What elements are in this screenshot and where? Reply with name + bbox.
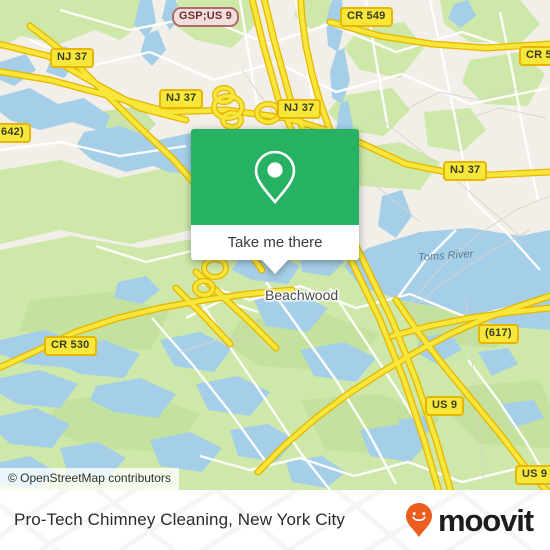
road-shield-cr-549: CR 549 [340, 7, 393, 27]
road-shield-nj-37: NJ 37 [443, 161, 488, 181]
map-screenshot: Beachwood Toms River GSP;US 9CR 549CR 57… [0, 0, 550, 550]
road-shield-gsp-us-9: GSP;US 9 [172, 7, 239, 27]
take-me-there-label: Take me there [227, 233, 323, 251]
road-shield-cr-57: CR 57 [519, 46, 550, 66]
road-shield-642: 642) [0, 123, 31, 143]
popup-pin-panel [191, 129, 359, 225]
place-label-beachwood: Beachwood [265, 287, 339, 303]
location-popup-card[interactable]: Take me there [191, 129, 359, 274]
popup-pointer-tail [262, 260, 288, 274]
road-shield-us-9: US 9 [425, 396, 465, 416]
road-shield-cr-530: CR 530 [44, 336, 97, 356]
map-pin-icon [254, 150, 296, 205]
page-title: Pro-Tech Chimney Cleaning, New York City [14, 510, 345, 529]
moovit-brand[interactable]: moovit [404, 490, 534, 550]
road-shield-617: (617) [478, 324, 519, 344]
road-shield-nj-37: NJ 37 [159, 89, 204, 109]
road-shield-nj-37: NJ 37 [50, 48, 95, 68]
moovit-wordmark: moovit [437, 502, 534, 538]
footer-bar: Pro-Tech Chimney Cleaning, New York City… [0, 490, 550, 550]
osm-attribution[interactable]: © OpenStreetMap contributors [0, 468, 179, 490]
moovit-smile-pin-icon [405, 503, 432, 537]
take-me-there-button[interactable]: Take me there [191, 225, 359, 260]
road-shield-us-9: US 9 [515, 465, 550, 485]
road-shield-nj-37: NJ 37 [277, 99, 322, 119]
